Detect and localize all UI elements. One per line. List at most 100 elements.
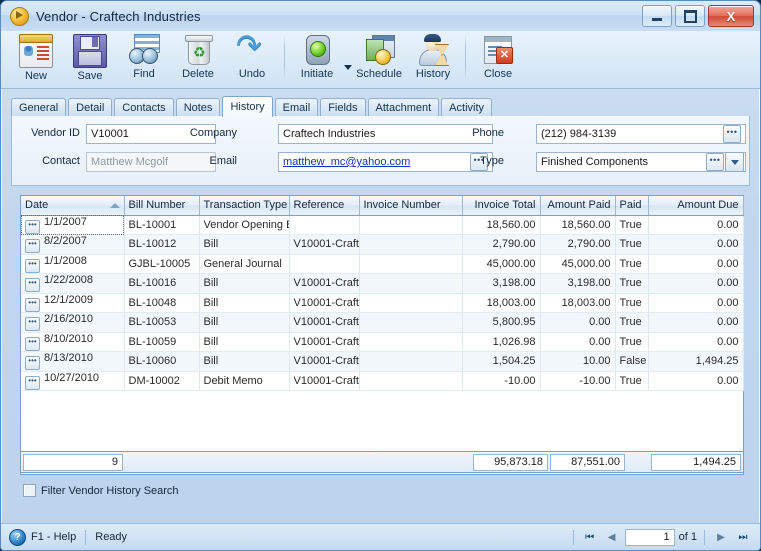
toolbar-history-button[interactable]: History [406,31,460,87]
toolbar-undo-button[interactable]: Undo [225,31,279,87]
table-row[interactable]: ••• 10/27/2010 DM-10002 Debit Memo V10001… [21,371,744,391]
column-header-date[interactable]: Date [21,196,125,216]
filter-vendor-history-search-row[interactable]: Filter Vendor History Search [23,484,179,497]
tab-notes[interactable]: Notes [175,98,221,116]
cell-date[interactable]: ••• 1/1/2008 [21,254,125,274]
row-expand-button[interactable]: ••• [25,297,40,312]
cell-paid: True [615,215,649,235]
column-header-invoice-total[interactable]: Invoice Total [462,196,541,216]
minimize-button[interactable] [642,5,672,27]
cell-date-value: 1/1/2007 [44,215,87,228]
row-expand-button[interactable]: ••• [25,219,40,234]
table-row[interactable]: ••• 8/2/2007 BL-10012 Bill V10001-Crafte … [21,234,744,255]
cell-invoice-total: 1,504.25 [462,351,541,372]
pager-separator-left [572,529,574,545]
row-expand-button[interactable]: ••• [25,375,40,390]
toolbar-close-button[interactable]: ✕ Close [471,31,525,87]
toolbar-delete-button[interactable]: ♻ Delete [171,31,225,87]
cell-paid: True [615,312,649,333]
table-row[interactable]: ••• 1/22/2008 BL-10016 Bill V10001-Crafte… [21,273,744,294]
tab-email[interactable]: Email [274,98,319,116]
cell-date-value: 1/22/2008 [44,274,93,287]
sort-ascending-icon [109,203,120,208]
row-expand-button[interactable]: ••• [25,336,40,351]
cell-amount-due: 0.00 [648,215,744,235]
toolbar-new-label: New [24,70,47,82]
type-ellipsis-button[interactable]: ••• [706,153,724,171]
column-header-invoice-number[interactable]: Invoice Number [359,196,463,216]
help-text[interactable]: F1 - Help [31,531,76,543]
cell-date[interactable]: ••• 12/1/2009 [21,293,125,313]
cell-amount-paid: 2,790.00 [540,234,616,255]
cell-date[interactable]: ••• 1/22/2008 [21,273,125,294]
tab-detail[interactable]: Detail [68,98,113,116]
contact-label: Contact [42,155,80,167]
tab-contacts[interactable]: Contacts [114,98,174,116]
history-table: Date Bill Number Transaction Type Refere… [21,196,744,391]
type-dropdown-button[interactable] [725,152,744,172]
cell-bill-number: BL-10048 [124,293,200,313]
toolbar-save-button[interactable]: Save [63,31,117,87]
help-icon[interactable]: ? [9,528,26,546]
column-header-reference[interactable]: Reference [289,196,360,216]
toolbar-initiate-button[interactable]: Initiate [290,31,344,87]
type-input[interactable]: Finished Components ••• [536,152,746,172]
tab-fields[interactable]: Fields [320,98,366,116]
email-link[interactable]: matthew_mc@yahoo.com [283,153,468,171]
filter-label: Filter Vendor History Search [41,484,179,497]
recycle-bin-icon: ♻ [182,34,214,66]
row-expand-button[interactable]: ••• [25,317,40,332]
row-expand-button[interactable]: ••• [25,258,40,273]
row-expand-button[interactable]: ••• [25,356,40,371]
column-header-paid[interactable]: Paid [615,196,649,216]
filter-checkbox[interactable] [23,484,36,497]
tab-general[interactable]: General [11,98,67,116]
cell-date[interactable]: ••• 8/13/2010 [21,351,125,372]
maximize-icon [683,9,697,23]
table-row[interactable]: ••• 12/1/2009 BL-10048 Bill V10001-Crafte… [21,293,744,313]
phone-ellipsis-button[interactable]: ••• [723,125,741,143]
last-record-button[interactable]: ⏭ [734,529,752,545]
toolbar-schedule-button[interactable]: Schedule [352,31,406,87]
play-circle-icon [10,6,29,26]
toolbar-initiate-label: Initiate [300,68,334,80]
column-header-amount-paid[interactable]: Amount Paid [540,196,616,216]
cell-date[interactable]: ••• 10/27/2010 [21,371,125,391]
cell-invoice-total: 2,790.00 [462,234,541,255]
toolbar-new-button[interactable]: New [9,31,63,87]
pager-separator-right [704,529,705,545]
company-label: Company [189,127,237,139]
tab-activity[interactable]: Activity [441,98,493,116]
vendor-history-grid[interactable]: Date Bill Number Transaction Type Refere… [20,195,744,475]
close-button[interactable]: X [708,5,754,27]
phone-input[interactable]: (212) 984-3139 ••• [536,124,746,144]
table-row[interactable]: ••• 2/16/2010 BL-10053 Bill V10001-Crafte… [21,312,744,333]
cell-date[interactable]: ••• 1/1/2007 [21,215,125,235]
cell-amount-paid: 0.00 [540,312,616,333]
cell-date-value: 8/10/2010 [44,332,93,345]
previous-record-button[interactable]: ◀ [603,529,621,545]
tab-attachment[interactable]: Attachment [367,98,440,116]
table-row[interactable]: ••• 8/13/2010 BL-10060 Bill V10001-Crafte… [21,351,744,372]
first-record-button[interactable]: ⏮ [581,529,599,545]
calendar-clock-icon [363,34,395,66]
toolbar-find-button[interactable]: Find [117,31,171,87]
initiate-dropdown-caret-icon[interactable] [344,65,352,70]
row-expand-button[interactable]: ••• [25,278,40,293]
cell-date[interactable]: ••• 8/2/2007 [21,234,125,255]
maximize-button[interactable] [675,5,705,27]
next-record-button[interactable]: ▶ [712,529,730,545]
column-header-transaction-type[interactable]: Transaction Type [199,196,290,216]
table-row[interactable]: ••• 8/10/2010 BL-10059 Bill V10001-Crafte… [21,332,744,352]
row-expand-button[interactable]: ••• [25,239,40,254]
column-header-amount-due[interactable]: Amount Due [648,196,744,216]
page-number-input[interactable]: 1 [624,528,675,546]
column-header-bill-number[interactable]: Bill Number [124,196,200,216]
table-row[interactable]: ••• 1/1/2008 GJBL-10005 General Journal 4… [21,254,744,274]
cell-date[interactable]: ••• 8/10/2010 [21,332,125,352]
minimize-icon [652,17,662,21]
cell-date[interactable]: ••• 2/16/2010 [21,312,125,333]
tab-history[interactable]: History [222,96,273,117]
table-row[interactable]: ••• 1/1/2007 BL-10001 Vendor Opening B 18… [21,215,744,235]
cell-bill-number: DM-10002 [124,371,200,391]
